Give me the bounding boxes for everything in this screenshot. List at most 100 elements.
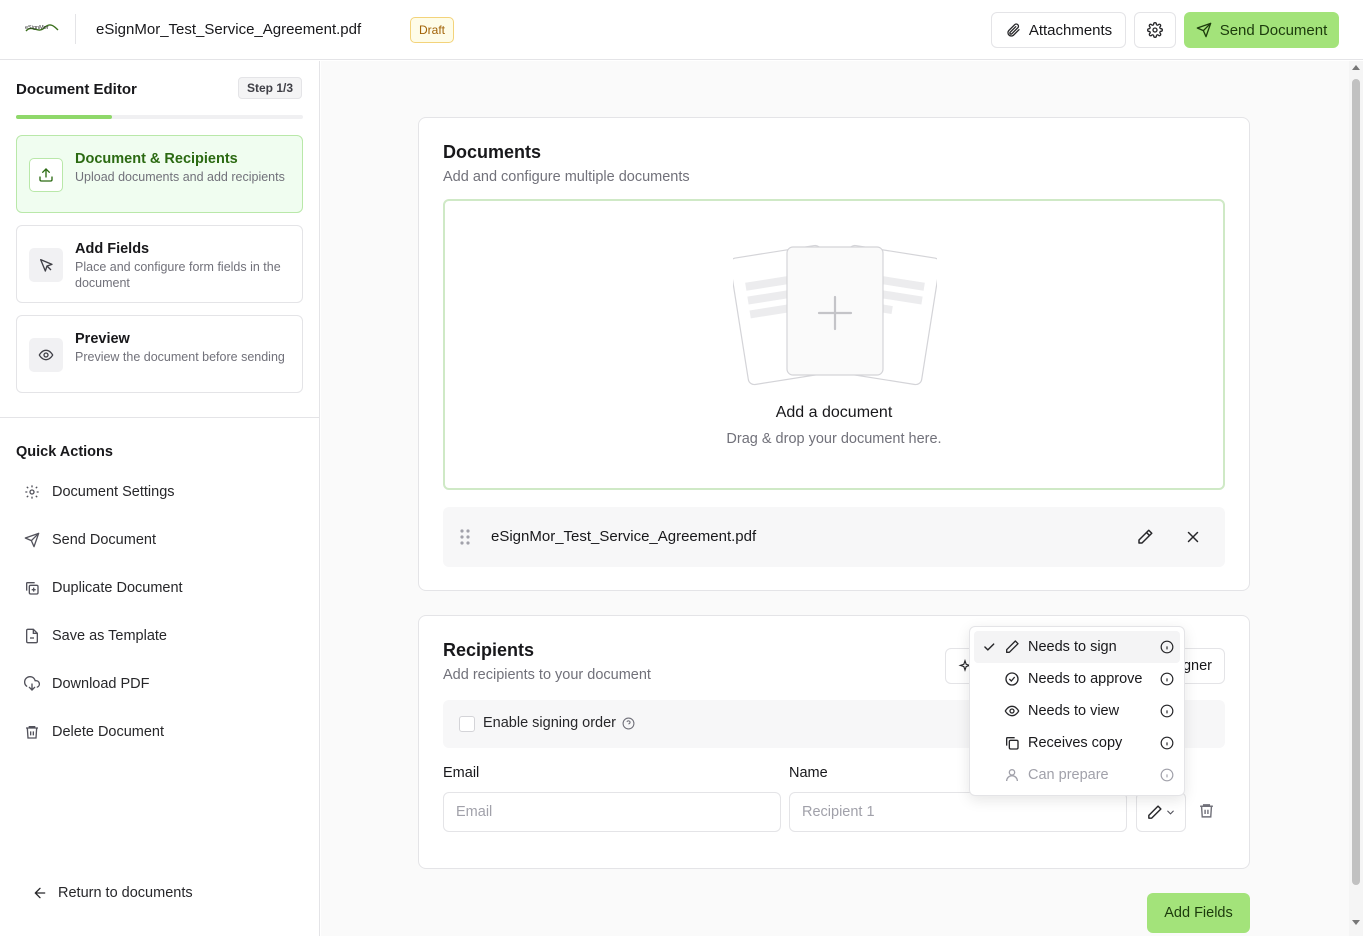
email-input[interactable] (443, 792, 781, 832)
check-icon (974, 640, 1004, 654)
recipients-title: Recipients (443, 640, 535, 660)
documents-card: Documents Add and configure multiple doc… (418, 117, 1250, 591)
return-label: Return to documents (58, 885, 193, 901)
gear-icon (24, 484, 40, 500)
pen-icon (1146, 804, 1163, 821)
arrow-left-icon (32, 885, 48, 901)
template-icon (24, 628, 40, 644)
documents-subtitle: Add and configure multiple documents (443, 169, 690, 185)
scroll-down-arrow[interactable] (1352, 920, 1360, 925)
quick-action-send-document[interactable]: Send Document (24, 529, 156, 551)
close-icon (1184, 528, 1202, 546)
pen-icon (1004, 639, 1028, 655)
dropzone-title: Add a document (775, 404, 893, 421)
sidebar-divider (0, 417, 320, 418)
cursor-icon (29, 248, 63, 282)
scrollbar-thumb[interactable] (1352, 79, 1360, 885)
main-scrollbar[interactable] (1349, 61, 1363, 936)
role-option-label: Receives copy (1028, 735, 1123, 751)
quick-action-label: Download PDF (52, 676, 150, 692)
send-icon (24, 532, 40, 548)
trash-icon (1198, 802, 1215, 819)
edit-document-button[interactable] (1136, 528, 1154, 546)
help-circle-icon[interactable] (622, 717, 635, 730)
document-dropzone[interactable]: Add a document Drag & drop your document… (443, 199, 1225, 490)
quick-action-document-settings[interactable]: Document Settings (24, 481, 175, 503)
role-option-needs-to-view[interactable]: Needs to view (974, 695, 1180, 727)
step-progress-fill (16, 115, 112, 119)
quick-action-label: Duplicate Document (52, 580, 183, 596)
quick-action-label: Save as Template (52, 628, 167, 644)
return-to-documents-link[interactable]: Return to documents (32, 885, 193, 901)
pencil-icon (1136, 528, 1154, 546)
document-file-row: eSignMor_Test_Service_Agreement.pdf (443, 507, 1225, 567)
trash-icon (24, 724, 40, 740)
step-document-recipients[interactable]: Document & Recipients Upload documents a… (16, 135, 303, 213)
role-option-receives-copy[interactable]: Receives copy (974, 727, 1180, 759)
step-name: Document & Recipients (75, 151, 238, 167)
quick-action-delete-document[interactable]: Delete Document (24, 721, 164, 743)
add-signer-label: gner (1182, 658, 1212, 674)
role-option-label: Can prepare (1028, 767, 1109, 783)
email-label: Email (443, 765, 480, 781)
remove-recipient-button[interactable] (1198, 802, 1215, 819)
role-option-needs-to-approve[interactable]: Needs to approve (974, 663, 1180, 695)
step-add-fields[interactable]: Add Fields Place and configure form fiel… (16, 225, 303, 303)
gear-icon (1147, 22, 1163, 38)
sidebar: Document Editor Step 1/3 Document & Reci… (0, 61, 320, 936)
info-icon[interactable] (1160, 736, 1174, 750)
step-name: Add Fields (75, 241, 150, 257)
send-icon (1196, 22, 1212, 38)
signing-order-checkbox[interactable] (459, 716, 475, 732)
attachments-label: Attachments (1028, 21, 1113, 39)
add-fields-button[interactable]: Add Fields (1147, 893, 1250, 933)
quick-actions-title: Quick Actions (16, 444, 113, 460)
step-description: Place and configure form fields in the d… (75, 260, 281, 290)
documents-title: Documents (443, 142, 542, 162)
step-preview[interactable]: Preview Preview the document before send… (16, 315, 303, 393)
document-title[interactable]: eSignMor_Test_Service_Agreement.pdf (96, 20, 361, 40)
quick-action-download-pdf[interactable]: Download PDF (24, 673, 150, 695)
role-option-can-prepare: Can prepare (974, 759, 1180, 791)
quick-action-label: Document Settings (52, 484, 175, 500)
download-cloud-icon (24, 676, 40, 692)
quick-action-save-as-template[interactable]: Save as Template (24, 625, 167, 647)
duplicate-icon (24, 580, 40, 596)
step-description: Upload documents and add recipients (75, 170, 285, 184)
step-progress-bar (16, 115, 303, 119)
svg-text:eSignMor: eSignMor (25, 25, 49, 31)
logo[interactable]: eSignMor (24, 20, 60, 38)
settings-button[interactable] (1134, 12, 1176, 48)
send-document-label: Send Document (1219, 21, 1328, 39)
send-document-button[interactable]: Send Document (1184, 12, 1339, 48)
eye-icon (29, 338, 63, 372)
remove-document-button[interactable] (1184, 528, 1202, 546)
name-label: Name (789, 765, 828, 781)
user-icon (1004, 767, 1028, 783)
signing-order-label: Enable signing order (483, 715, 617, 731)
dropzone-subtitle: Drag & drop your document here. (726, 431, 942, 447)
paperclip-icon (1005, 22, 1021, 38)
attachments-button[interactable]: Attachments (991, 12, 1126, 48)
info-icon[interactable] (1160, 640, 1174, 654)
info-icon[interactable] (1160, 672, 1174, 686)
role-option-label: Needs to sign (1028, 639, 1117, 655)
step-name: Preview (75, 331, 130, 347)
role-option-needs-to-sign[interactable]: Needs to sign (974, 631, 1180, 663)
role-option-label: Needs to approve (1028, 671, 1143, 687)
upload-icon (29, 158, 63, 192)
name-input[interactable] (789, 792, 1127, 832)
quick-action-duplicate-document[interactable]: Duplicate Document (24, 577, 183, 599)
chevron-down-icon (1165, 807, 1176, 818)
document-file-name: eSignMor_Test_Service_Agreement.pdf (491, 528, 757, 545)
scroll-up-arrow[interactable] (1352, 65, 1360, 70)
info-icon (1160, 768, 1174, 782)
step-badge: Step 1/3 (238, 77, 303, 99)
info-icon[interactable] (1160, 704, 1174, 718)
recipient-role-menu: Needs to sign Needs to approve Needs to … (969, 626, 1185, 796)
signing-order-label-group: Enable signing order (483, 715, 635, 731)
header-divider (75, 14, 76, 44)
drag-handle-icon[interactable] (459, 528, 471, 546)
recipient-role-select[interactable] (1136, 792, 1186, 832)
check-circle-icon (1004, 671, 1028, 687)
